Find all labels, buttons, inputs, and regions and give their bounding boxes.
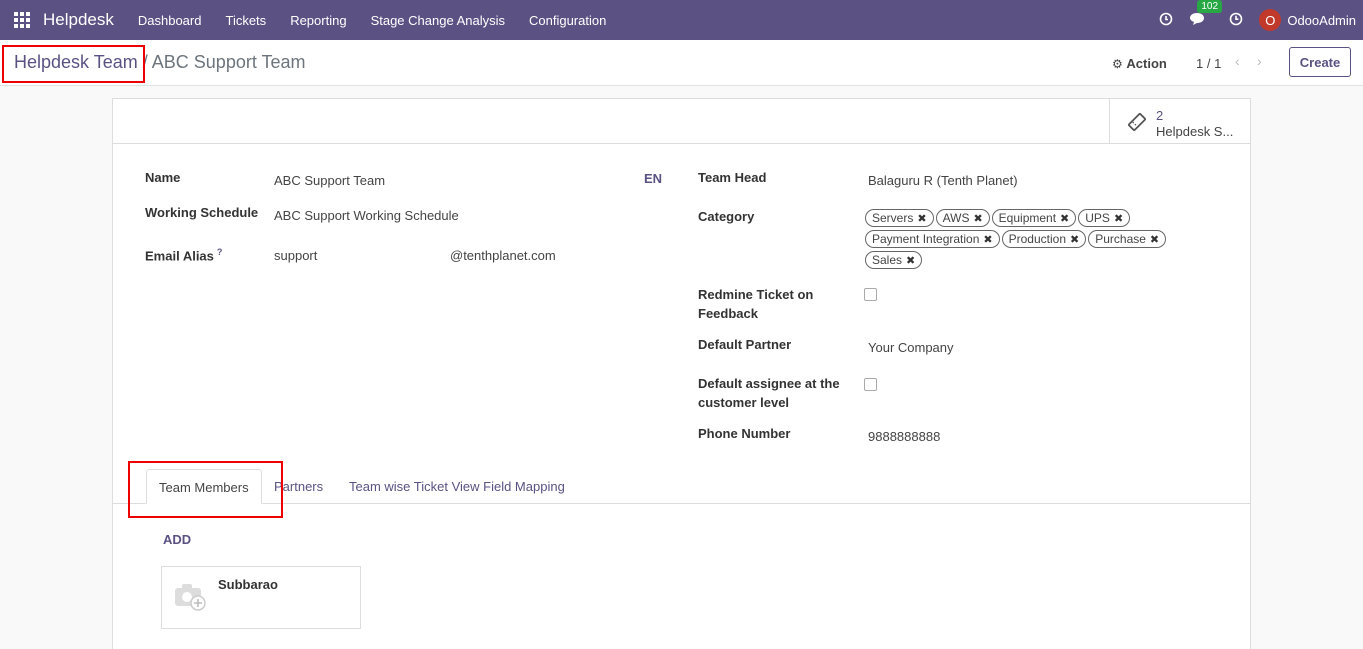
menu-item-configuration[interactable]: Configuration — [517, 13, 618, 28]
notebook-tabs: Team Members Partners Team wise Ticket V… — [113, 469, 1250, 504]
remove-tag-icon[interactable]: ✖ — [1070, 234, 1079, 246]
phone-number-label: Phone Number — [698, 426, 791, 441]
remove-tag-icon[interactable]: ✖ — [983, 234, 992, 246]
category-tag-label: UPS — [1085, 211, 1110, 225]
highlight-box-team-members-tab — [128, 461, 283, 518]
pager-value[interactable]: 1 / 1 — [1196, 56, 1221, 71]
email-alias-domain: @tenthplanet.com — [450, 248, 556, 263]
category-tag: Equipment ✖ — [991, 209, 1077, 227]
category-tag-label: Sales — [872, 253, 903, 267]
remove-tag-icon[interactable]: ✖ — [1060, 213, 1069, 225]
activity-clock-icon[interactable] — [1229, 12, 1243, 29]
remove-tag-icon[interactable]: ✖ — [973, 213, 982, 225]
category-tags: Servers ✖ AWS ✖ Equipment ✖ UPS ✖ Payment Integr… — [865, 209, 1205, 272]
working-schedule-label: Working Schedule — [145, 205, 259, 220]
apps-menu-icon[interactable] — [14, 12, 30, 28]
category-tag: Production ✖ — [1001, 230, 1087, 248]
smart-button-value: 2 — [1156, 108, 1164, 123]
language-button[interactable]: EN — [644, 171, 662, 186]
default-assignee-label: Default assignee at the customer level — [698, 376, 840, 410]
team-head-label: Team Head — [698, 170, 767, 185]
category-tag: UPS ✖ — [1078, 209, 1131, 227]
breadcrumb-current: ABC Support Team — [151, 52, 306, 72]
member-card[interactable]: Subbarao — [161, 566, 361, 629]
tab-field-mapping[interactable]: Team wise Ticket View Field Mapping — [337, 469, 577, 504]
working-schedule-field[interactable]: ABC Support Working Schedule — [274, 208, 459, 223]
form-sheet: 2 Helpdesk S... Name ABC Support Team EN… — [112, 98, 1251, 649]
timer-icon[interactable] — [1159, 12, 1173, 29]
action-menu[interactable]: ⚙ Action — [1112, 56, 1167, 71]
pager-next-icon[interactable]: › — [1257, 53, 1262, 69]
menu-item-tickets[interactable]: Tickets — [213, 13, 278, 28]
default-partner-label: Default Partner — [698, 337, 792, 352]
messages-badge: 102 — [1197, 0, 1223, 13]
team-head-field[interactable]: Balaguru R (Tenth Planet) — [868, 173, 1018, 188]
category-tag: Purchase ✖ — [1088, 230, 1167, 248]
email-alias-label: Email Alias? — [145, 243, 222, 265]
redmine-checkbox[interactable] — [864, 288, 877, 301]
redmine-label: Redmine Ticket on Feedback — [698, 287, 814, 321]
add-member-button[interactable]: ADD — [163, 532, 191, 547]
ticket-icon — [1126, 111, 1148, 139]
category-tag-label: AWS — [942, 211, 970, 225]
help-icon[interactable]: ? — [217, 247, 223, 257]
email-alias-field[interactable]: support — [274, 248, 317, 263]
category-tag-label: Production — [1008, 232, 1066, 246]
category-tag: AWS ✖ — [935, 209, 990, 227]
category-tag-label: Equipment — [998, 211, 1057, 225]
camera-placeholder-icon — [174, 581, 206, 613]
helpdesk-smart-button[interactable]: 2 Helpdesk S... — [1109, 99, 1250, 143]
action-label: Action — [1126, 56, 1167, 71]
smart-button-label: Helpdesk S... — [1156, 124, 1234, 139]
name-label: Name — [145, 170, 181, 185]
top-navbar: Helpdesk Dashboard Tickets Reporting Sta… — [0, 0, 1363, 40]
category-tag: Servers ✖ — [865, 209, 934, 227]
highlight-box-breadcrumb — [2, 45, 145, 83]
default-assignee-checkbox[interactable] — [864, 378, 877, 391]
remove-tag-icon[interactable]: ✖ — [1114, 213, 1123, 225]
menu-item-dashboard[interactable]: Dashboard — [126, 13, 214, 28]
remove-tag-icon[interactable]: ✖ — [1150, 234, 1159, 246]
app-brand[interactable]: Helpdesk — [43, 10, 114, 30]
create-button[interactable]: Create — [1289, 47, 1351, 77]
category-tag-label: Payment Integration — [872, 232, 980, 246]
remove-tag-icon[interactable]: ✖ — [917, 213, 926, 225]
pager-prev-icon[interactable]: ‹ — [1235, 53, 1240, 69]
category-tag-label: Purchase — [1095, 232, 1146, 246]
control-panel: Helpdesk Team / ABC Support Team ⚙ Actio… — [0, 40, 1363, 86]
member-name: Subbarao — [218, 577, 278, 592]
messages-icon[interactable]: 102 — [1189, 0, 1223, 29]
default-partner-field[interactable]: Your Company — [868, 340, 954, 355]
name-field[interactable]: ABC Support Team — [274, 173, 385, 188]
gear-icon: ⚙ — [1112, 57, 1123, 71]
menu-item-reporting[interactable]: Reporting — [278, 13, 358, 28]
user-menu[interactable]: OdooAdmin — [1287, 13, 1356, 28]
category-tag-label: Servers — [872, 211, 914, 225]
category-tag: Sales ✖ — [865, 251, 923, 269]
category-label: Category — [698, 209, 755, 224]
button-box: 2 Helpdesk S... — [113, 99, 1250, 144]
email-alias-label-text: Email Alias — [145, 248, 214, 264]
phone-number-field[interactable]: 9888888888 — [868, 429, 940, 444]
user-avatar[interactable]: O — [1259, 9, 1282, 31]
remove-tag-icon[interactable]: ✖ — [906, 255, 915, 267]
category-tag: Payment Integration ✖ — [865, 230, 1000, 248]
menu-item-stage-change-analysis[interactable]: Stage Change Analysis — [359, 13, 517, 28]
